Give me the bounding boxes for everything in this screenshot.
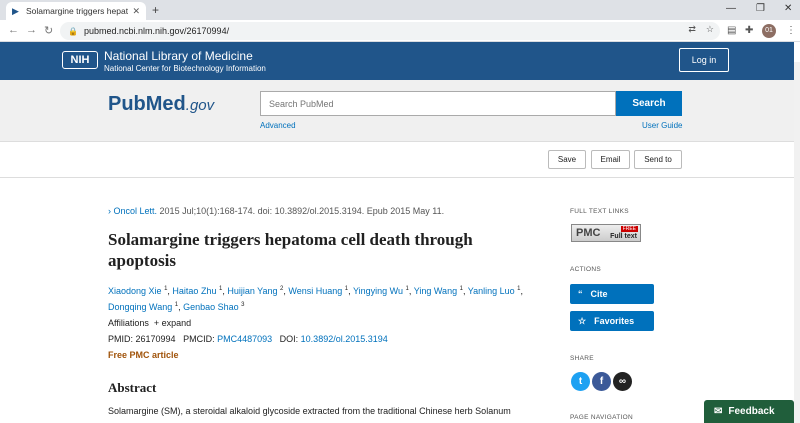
- nih-header: NIH National Library of Medicine Nationa…: [0, 42, 794, 80]
- browser-menu-icon[interactable]: ⋮: [786, 25, 796, 36]
- pubmed-logo-text: PubMed: [108, 93, 186, 115]
- article-identifiers: PMID: 26170994 PMCID: PMC4487093 DOI: 10…: [108, 334, 388, 344]
- tab-title: Solamargine triggers hepatom: [26, 6, 129, 16]
- nlm-title[interactable]: National Library of Medicine: [104, 49, 253, 63]
- nih-logo[interactable]: NIH: [62, 51, 98, 69]
- pmid-value: 26170994: [135, 334, 176, 344]
- author-affiliation-number[interactable]: 3: [241, 302, 244, 308]
- author-list: Xiaodong Xie 1, Haitao Zhu 1, Huijian Ya…: [108, 282, 528, 314]
- pmc-full-text-link[interactable]: PMC FREE Full text: [571, 224, 641, 242]
- page-scrollbar[interactable]: [794, 62, 800, 423]
- ncbi-subtitle: National Center for Biotechnology Inform…: [104, 64, 266, 73]
- share-heading: SHARE: [570, 355, 594, 362]
- profile-avatar[interactable]: 01: [762, 24, 776, 38]
- expand-affiliations-toggle[interactable]: + expand: [154, 318, 191, 328]
- translate-icon[interactable]: ⇄: [688, 24, 696, 35]
- pmcid-label: PMCID:: [183, 334, 218, 344]
- advanced-search-link[interactable]: Advanced: [260, 121, 296, 130]
- journal-citation: › Oncol Lett. 2015 Jul;10(1):168-174. do…: [108, 206, 444, 216]
- user-guide-link[interactable]: User Guide: [642, 121, 682, 130]
- browser-tab[interactable]: ▶ Solamargine triggers hepatom ✕: [6, 2, 146, 20]
- pmc-full-text-label: Full text: [610, 233, 637, 240]
- journal-link[interactable]: Oncol Lett.: [114, 206, 158, 216]
- twitter-icon[interactable]: t: [571, 372, 590, 391]
- url-text: pubmed.ncbi.nlm.nih.gov/26170994/: [83, 26, 230, 36]
- abstract-text: Solamargine (SM), a steroidal alkaloid g…: [108, 406, 511, 416]
- pubmed-favicon-icon: ▶: [12, 5, 19, 16]
- send-to-button[interactable]: Send to: [634, 150, 682, 169]
- citation-details: 2015 Jul;10(1):168-174. doi: 10.3892/ol.…: [157, 206, 445, 216]
- author-link[interactable]: Genbao Shao: [183, 302, 239, 312]
- author-link[interactable]: Ying Wang: [414, 286, 457, 296]
- page-navigation-heading: PAGE NAVIGATION: [570, 414, 634, 421]
- login-button[interactable]: Log in: [679, 48, 729, 72]
- affiliations-label: Affiliations: [108, 318, 149, 328]
- cite-button[interactable]: “ Cite: [570, 284, 654, 304]
- browser-tab-bar: ▶ Solamargine triggers hepatom ✕ + — ❐ ✕: [0, 0, 800, 20]
- author-link[interactable]: Wensi Huang: [288, 286, 342, 296]
- extensions-puzzle-icon[interactable]: ✚: [745, 25, 753, 36]
- doi-label: DOI:: [279, 334, 301, 344]
- feedback-button[interactable]: ✉ Feedback: [704, 400, 794, 423]
- copy-link-icon[interactable]: ∞: [613, 372, 632, 391]
- url-bar[interactable]: 🔒 pubmed.ncbi.nlm.nih.gov/26170994/ ⇄ ☆: [60, 22, 720, 40]
- favorites-button[interactable]: ☆ Favorites: [570, 311, 654, 331]
- author-link[interactable]: Xiaodong Xie: [108, 286, 162, 296]
- author-separator: ,: [520, 286, 524, 296]
- pubmed-search-header: PubMed.gov Search Advanced User Guide: [0, 80, 794, 142]
- pmc-free-label: FREE: [620, 226, 638, 232]
- author-link[interactable]: Yingying Wu: [353, 286, 403, 296]
- feedback-label: Feedback: [728, 406, 775, 417]
- forward-icon[interactable]: →: [26, 24, 37, 36]
- abstract-heading: Abstract: [108, 380, 157, 395]
- back-icon[interactable]: ←: [8, 24, 19, 36]
- save-button[interactable]: Save: [548, 150, 586, 169]
- affiliations: Affiliations + expand: [108, 318, 191, 328]
- author-link[interactable]: Haitao Zhu: [172, 286, 216, 296]
- address-bar-row: ← → ↻ 🔒 pubmed.ncbi.nlm.nih.gov/26170994…: [0, 20, 800, 42]
- reload-icon[interactable]: ↻: [44, 24, 53, 37]
- search-input[interactable]: [260, 91, 616, 116]
- favorites-label: Favorites: [594, 316, 635, 326]
- author-link[interactable]: Yanling Luo: [468, 286, 515, 296]
- lock-icon: 🔒: [68, 26, 78, 36]
- feedback-chat-icon: ✉: [714, 406, 723, 417]
- author-link[interactable]: Huijian Yang: [227, 286, 277, 296]
- pubmed-logo[interactable]: PubMed.gov: [108, 93, 214, 116]
- free-pmc-article-badge: Free PMC article: [108, 350, 179, 360]
- article-title: Solamargine triggers hepatoma cell death…: [108, 230, 473, 270]
- minimize-icon[interactable]: —: [726, 3, 736, 14]
- pdf-extension-icon[interactable]: ▤: [727, 25, 736, 36]
- pmcid-link[interactable]: PMC4487093: [217, 334, 272, 344]
- author-link[interactable]: Dongqing Wang: [108, 302, 172, 312]
- actions-heading: ACTIONS: [570, 266, 601, 273]
- quote-icon: “: [578, 289, 583, 299]
- new-tab-icon[interactable]: +: [152, 3, 159, 17]
- bookmark-star-icon[interactable]: ☆: [706, 24, 714, 35]
- email-button[interactable]: Email: [591, 150, 630, 169]
- facebook-icon[interactable]: f: [592, 372, 611, 391]
- star-icon: ☆: [578, 315, 587, 326]
- close-tab-icon[interactable]: ✕: [132, 6, 140, 17]
- maximize-icon[interactable]: ❐: [756, 3, 765, 14]
- search-button[interactable]: Search: [616, 91, 682, 116]
- full-text-links-heading: FULL TEXT LINKS: [570, 208, 629, 215]
- chevron-right-icon: ›: [108, 206, 111, 216]
- pmid-label: PMID:: [108, 334, 136, 344]
- article-action-bar: Save Email Send to: [0, 142, 794, 178]
- pubmed-logo-suffix: .gov: [185, 97, 215, 114]
- doi-link[interactable]: 10.3892/ol.2015.3194: [301, 334, 388, 344]
- window-close-icon[interactable]: ✕: [784, 3, 792, 14]
- cite-label: Cite: [590, 289, 608, 299]
- pmc-badge-label: PMC: [576, 227, 601, 239]
